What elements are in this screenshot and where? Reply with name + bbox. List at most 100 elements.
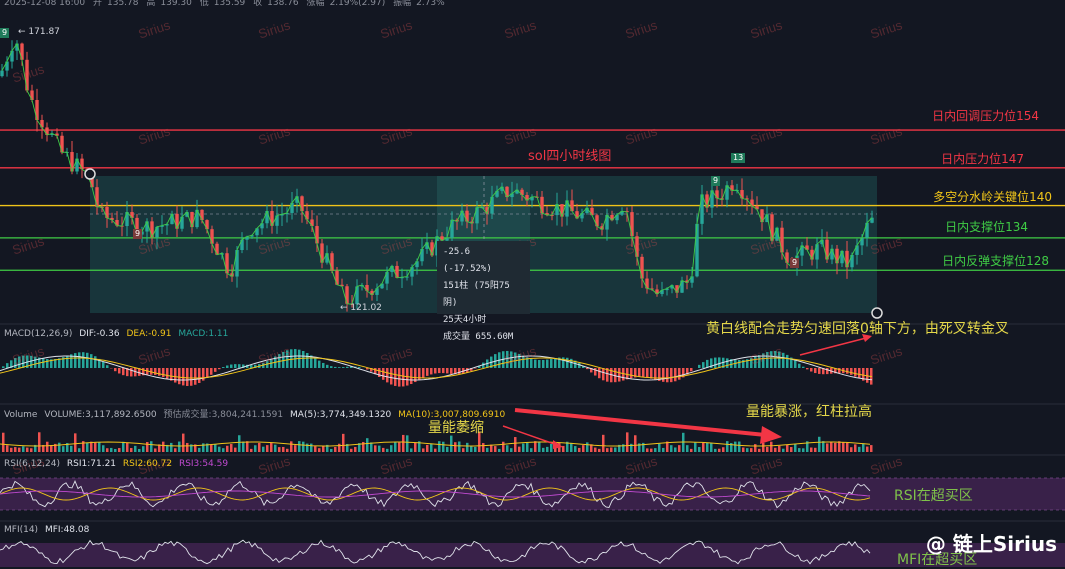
open-value: 135.78	[107, 0, 139, 8]
volume-bar	[502, 442, 505, 452]
volume-bar	[742, 447, 745, 452]
macd-bar	[678, 368, 681, 380]
macd-name[interactable]: MACD(12,26,9)	[4, 329, 72, 339]
volume-bar	[442, 442, 445, 452]
macd-bar	[450, 368, 453, 374]
macd-bar	[670, 368, 673, 382]
level-label-147: 日内压力位147	[941, 150, 1024, 167]
volume-bar	[762, 443, 765, 452]
macd-bar	[158, 368, 161, 376]
volume-bar	[586, 442, 589, 452]
badge-5: 9	[790, 258, 799, 268]
volume-bar	[310, 444, 313, 452]
volume-name[interactable]: Volume	[4, 410, 37, 420]
volume-bar	[258, 443, 261, 452]
volume-bar	[350, 449, 353, 452]
high-value: 139.30	[160, 0, 192, 8]
volume-bar	[118, 448, 121, 452]
macd-bar	[118, 368, 121, 373]
volume-bar	[790, 447, 793, 452]
volume-bar	[102, 445, 105, 452]
volume-bar	[86, 443, 89, 452]
macd-bar	[302, 351, 305, 368]
macd-bar	[618, 368, 621, 382]
macd-bar	[330, 366, 333, 368]
volume-bar	[582, 445, 585, 452]
volume-bar	[754, 444, 757, 452]
volume-bar	[286, 449, 289, 452]
badge-2: 9	[133, 229, 142, 239]
macd-bar	[430, 368, 433, 374]
macd-bar	[718, 357, 721, 368]
volume-bar	[254, 445, 257, 452]
macd-bar	[810, 368, 813, 372]
volume-bar	[14, 447, 17, 452]
volume-bar	[518, 447, 521, 452]
macd-value: MACD:1.11	[178, 329, 228, 339]
change-value: 2.19%(2.97)	[330, 0, 386, 8]
volume-bar	[794, 444, 797, 452]
price-chart-canvas[interactable]	[0, 0, 1065, 567]
volume-bar	[854, 444, 857, 452]
volume-bar	[134, 446, 137, 452]
volume-bar	[710, 443, 713, 452]
volume-bar	[654, 448, 657, 452]
mfi-name[interactable]: MFI(14)	[4, 525, 38, 535]
volume-bar	[270, 443, 273, 452]
volume-bar	[542, 448, 545, 452]
rsi-name[interactable]: RSI(6,12,24)	[4, 459, 60, 469]
macd-bar	[226, 365, 229, 368]
volume-bar	[342, 434, 345, 452]
macd-bar	[122, 368, 125, 375]
volume-bar	[830, 442, 833, 452]
volume-bar	[786, 445, 789, 452]
open-label: 开	[93, 0, 102, 8]
macd-bar	[858, 368, 861, 378]
volume-bar	[674, 447, 677, 452]
macd-bar	[446, 368, 449, 373]
volume-bar	[690, 449, 693, 452]
ohlc-header: 2025-12-08 16:00 开135.78 高139.30 低135.59…	[4, 0, 450, 10]
macd-bar	[2, 366, 5, 368]
macd-bar	[94, 356, 97, 368]
macd-bar	[698, 365, 701, 368]
volume-bar	[114, 449, 117, 452]
rsi3-value: RSI3:54.59	[179, 459, 228, 469]
macd-bar	[342, 367, 345, 368]
level-label-140: 多空分水岭关键位140	[933, 188, 1052, 205]
macd-bar	[458, 368, 461, 374]
macd-bar	[250, 365, 253, 368]
volume-bar	[198, 448, 201, 452]
volume-bar	[278, 447, 281, 452]
annotation-arrows	[503, 334, 872, 449]
macd-bar	[398, 368, 401, 387]
volume-bar	[10, 448, 13, 452]
volume-bar	[122, 442, 125, 452]
volume-bar	[106, 448, 109, 452]
candle-body	[0, 71, 3, 77]
volume-bar	[750, 448, 753, 452]
range-start-marker[interactable]	[85, 169, 95, 179]
volume-bar	[446, 447, 449, 452]
volume-bar	[170, 443, 173, 452]
volume-bar	[438, 441, 441, 452]
volume-bar	[230, 444, 233, 452]
macd-bar	[166, 368, 169, 379]
volume-bar	[430, 443, 433, 452]
macd-bar	[346, 367, 349, 368]
volume-bar	[242, 442, 245, 452]
volume-bar	[330, 449, 333, 452]
volume-bar	[394, 442, 397, 452]
range-end-marker[interactable]	[872, 308, 882, 318]
chart-title: sol四小时线图	[528, 145, 611, 164]
macd-bar	[534, 360, 537, 368]
volume-bar	[58, 443, 61, 452]
macd-bar	[234, 364, 237, 368]
volume-bar	[474, 447, 477, 452]
volume-bar	[382, 448, 385, 452]
volume-bar	[78, 448, 81, 452]
brand-watermark: @ 链上Sirius	[926, 528, 1057, 557]
macd-bar	[130, 368, 133, 376]
volume-bar	[646, 448, 649, 452]
macd-bar	[410, 368, 413, 384]
